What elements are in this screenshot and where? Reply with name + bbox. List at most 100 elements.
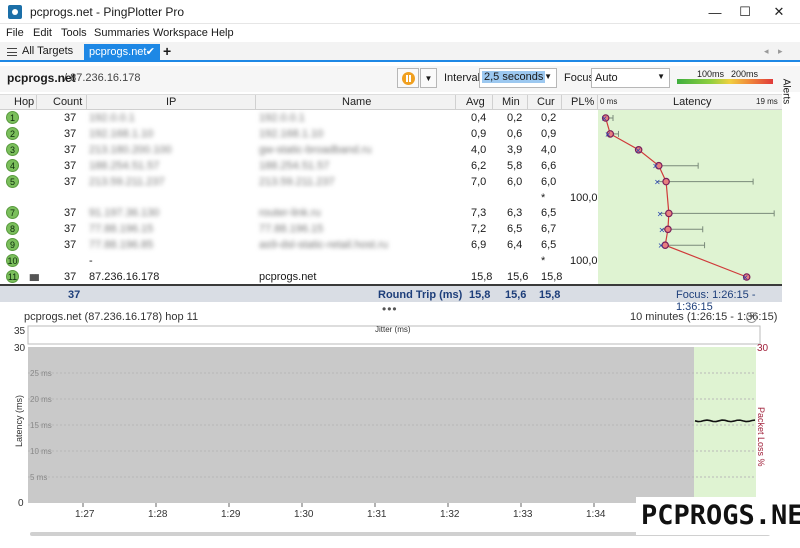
tab-pcprogs[interactable]: pcprogs.net ✔	[84, 44, 160, 62]
table-row[interactable]: 11 37 87.236.16.178 pcprogs.net 15,8 15,6 15,8…	[0, 269, 598, 285]
menu-summaries[interactable]: Summaries	[94, 27, 150, 39]
table-row[interactable]: 2 37 192.168.1.10 192.168.1.10 0,9 0,6 0,9	[0, 126, 598, 142]
latency-min-label: 0 ms	[600, 97, 618, 106]
toolbar: pcprogs.net / 87.236.16.178 ▼ Interval 2…	[0, 66, 800, 92]
scroll-right-icon[interactable]: ▸	[778, 46, 783, 57]
y-tick-label: 5 ms	[30, 473, 47, 482]
add-tab-button[interactable]: +	[163, 43, 171, 59]
menu-help[interactable]: Help	[211, 27, 234, 39]
hop-number-badge: 5	[6, 174, 19, 188]
cell-min: 6,5	[507, 223, 523, 236]
cell-pl: 100,0	[570, 191, 598, 204]
col-name[interactable]: Name	[342, 96, 371, 108]
col-min[interactable]: Min	[502, 96, 520, 108]
cell-count: 37	[64, 223, 77, 236]
cell-ip: 91.197.36.130	[89, 207, 160, 220]
tab-label: pcprogs.net	[89, 46, 147, 58]
cell-min: 5,8	[507, 159, 523, 172]
cell-name: 192.0.0.1	[259, 112, 305, 124]
col-ip[interactable]: IP	[166, 96, 176, 108]
cell-avg: 7,2	[471, 223, 487, 236]
alerts-side-tab[interactable]: Alerts	[780, 64, 800, 124]
maximize-button[interactable]: ☐	[728, 0, 762, 24]
table-row[interactable]: 7 37 91.197.36.130 router-link.ru 7,3 6,3 6,5	[0, 205, 598, 221]
cell-name: 188.254.51.57	[259, 159, 330, 172]
cell-avg: 6,9	[471, 239, 487, 252]
table-row[interactable]: 8 37 77.88.196.15 77.88.196.15 7,2 6,5 6,7	[0, 221, 598, 237]
latency-min-marker: ×	[658, 241, 665, 250]
menu-file[interactable]: File	[6, 27, 24, 39]
latency-scale-bar	[677, 79, 773, 84]
pause-button[interactable]	[397, 68, 419, 88]
focus-select[interactable]: Auto ▼	[591, 68, 670, 88]
check-icon: ✔	[145, 46, 155, 58]
table-row[interactable]: 10 - * 100,0	[0, 253, 598, 269]
hop-number-badge: 9	[6, 238, 19, 252]
latency-min-marker: ×	[652, 162, 659, 171]
cell-count: 37	[64, 112, 77, 124]
col-avg[interactable]: Avg	[466, 96, 485, 108]
tab-all-targets[interactable]: All Targets	[4, 44, 77, 60]
table-row[interactable]: * 100,0	[0, 190, 598, 206]
jitter-max-label: 35	[14, 326, 26, 337]
cell-ip: 77.88.196.85	[89, 239, 154, 252]
cell-pl: 100,0	[570, 255, 598, 268]
cell-avg: 0,4	[471, 112, 487, 124]
latency-min-marker: ×	[604, 130, 611, 139]
col-cur[interactable]: Cur	[537, 96, 555, 108]
cell-min: 6,4	[507, 239, 523, 252]
interval-select[interactable]: 2,5 seconds ▼	[479, 68, 557, 88]
y-tick-label: 15 ms	[30, 421, 52, 430]
col-latency[interactable]: Latency	[673, 96, 712, 108]
cell-count: 37	[64, 159, 77, 172]
minimize-button[interactable]: —	[698, 0, 732, 24]
cell-name: 213.59.211.237	[259, 175, 335, 188]
cell-count: 37	[64, 127, 77, 140]
pause-icon	[402, 72, 415, 85]
col-hop[interactable]: Hop	[14, 96, 34, 108]
table-row[interactable]: 4 37 188.254.51.57 188.254.51.57 6,2 5,8 6,6	[0, 158, 598, 174]
col-count[interactable]: Count	[53, 96, 82, 108]
cell-cur: 0,9	[541, 127, 557, 140]
menu-workspace[interactable]: Workspace	[153, 27, 208, 39]
summary-count: 37	[68, 289, 81, 301]
cell-count: 37	[64, 271, 77, 283]
x-tick-label: 1:29	[221, 509, 241, 520]
scale-label-200: 200ms	[731, 69, 759, 79]
cell-count: 37	[64, 175, 77, 188]
menu-bar: File Edit Tools Summaries Workspace Help	[0, 25, 800, 42]
menu-tools[interactable]: Tools	[61, 27, 87, 39]
summary-cur: 15,8	[539, 289, 561, 301]
interval-label: Interval	[444, 72, 481, 84]
hop-number-badge: 10	[6, 254, 19, 268]
scroll-left-icon[interactable]: ◂	[764, 46, 769, 57]
bar-chart-icon[interactable]: ▮▮▮	[29, 272, 40, 283]
cell-cur: 6,6	[541, 159, 557, 172]
cell-avg: 4,0	[471, 143, 487, 156]
table-row[interactable]: 9 37 77.88.196.85 as9-dsl-static-retail.hos…	[0, 237, 598, 253]
cell-ip: -	[89, 255, 93, 268]
table-row[interactable]: 1 37 192.0.0.1 192.0.0.1 0,4 0,2 0,2	[0, 110, 598, 126]
cell-cur: *	[541, 191, 546, 204]
app-icon	[8, 5, 22, 19]
cell-cur: 0,2	[541, 112, 557, 124]
hop-number-badge: 4	[6, 158, 19, 172]
pl-max-label: 30	[757, 343, 769, 354]
summary-focus: Focus: 1:26:15 - 1:36:15	[676, 289, 756, 313]
cell-cur: *	[541, 255, 546, 268]
table-row[interactable]: 3 37 213.180.200.100 gw-static-broadband.ru…	[0, 142, 598, 158]
splitter-handle[interactable]: •••	[382, 302, 398, 316]
tab-bar: All Targets pcprogs.net ✔ + ◂ ▸	[0, 42, 800, 62]
latency-history-chart: Jitter (ms) 35 25 ms 20 ms 15 ms 10 ms 5 ms 30 0…	[14, 325, 769, 520]
pause-dropdown-button[interactable]: ▼	[420, 68, 437, 88]
table-row[interactable]: 5 37 213.59.211.237 213.59.211.237 7,0 6,0 6,0	[0, 174, 598, 190]
close-button[interactable]: ✕	[762, 0, 796, 24]
cell-count: 37	[64, 239, 77, 252]
cell-avg: 7,3	[471, 207, 487, 220]
focus-value: Auto	[595, 72, 618, 84]
hop-number-badge: 11	[6, 270, 19, 283]
col-pl[interactable]: PL%	[571, 96, 594, 108]
latency-min-marker: ×	[635, 146, 642, 155]
chevron-down-icon: ▼	[657, 72, 665, 81]
menu-edit[interactable]: Edit	[33, 27, 52, 39]
